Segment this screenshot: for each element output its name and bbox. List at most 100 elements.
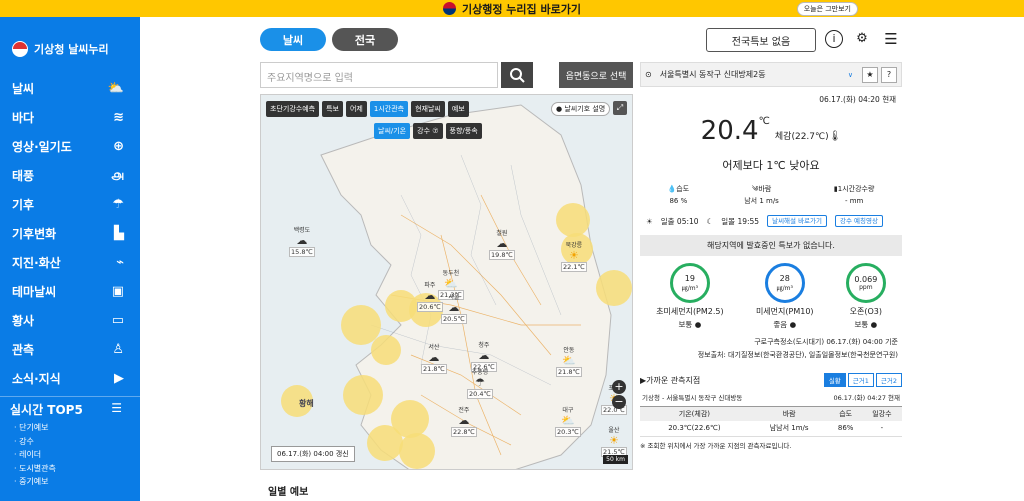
zoom-in-button[interactable]: + [612,380,626,394]
map-scale: 50 km [603,455,628,464]
hide-today-button[interactable]: 오늘은 그만보기 [796,2,858,16]
city-marker[interactable]: 추풍령 ☂ 20.4℃ [467,367,493,399]
gear-icon[interactable]: ⚙ [853,30,871,48]
tab-near2[interactable]: 근거2 [875,373,902,387]
location-name: 서울특별시 동작구 신대방제2동 [659,70,766,79]
map-updated-time: 06.17.(화) 04:00 갱신 [271,446,355,462]
map-tab[interactable]: 특보 [322,101,343,117]
top5-item[interactable]: · 중기예보 [10,475,140,489]
tab-near1[interactable]: 근거1 [847,373,874,387]
map-tab[interactable]: 어제 [345,101,367,117]
nearby-title: ▶가까운 관측지점 [640,375,701,385]
menu-item-imagery[interactable]: 영상·일기도 ⊕ [0,132,140,161]
current-temperature: 20.4℃ 체감(22.7℃)🌡 [700,116,842,146]
city-marker[interactable]: 철원 ☁ 19.8℃ [489,228,515,260]
menu-item-observation[interactable]: 관측 ♙ [0,335,140,364]
zoom-controls: + − [612,380,626,409]
bubble [371,335,401,365]
commentary-button[interactable]: 날씨해설 바로가기 [767,215,827,227]
logo[interactable]: 기상청 날씨누리 [0,17,140,65]
briefcase-icon: ▣ [111,284,124,299]
menu-item-earthquake[interactable]: 지진·화산 ⌁ [0,248,140,277]
help-button[interactable]: ? [881,66,897,83]
expand-icon[interactable]: ⤢ [613,101,627,115]
sun-icon: ☀ [568,249,579,262]
menu-item-news[interactable]: 소식·지식 ▶ [0,364,140,393]
map-tabs: 초단기강수예측 특보 어제 1시간관측 현재날씨 예보 [266,101,469,117]
city-marker[interactable]: 백령도 ☁ 15.8℃ [289,225,315,257]
bubble [596,270,632,306]
kma-logo-icon [12,41,28,57]
legend-button[interactable]: ● 날씨기호 설명 [551,102,611,116]
air-quality: 19 ㎍/m³ 초미세먼지(PM2.5) 보통 ● 28 ㎍/m³ 미세먼지(PM1… [640,263,902,330]
typhoon-icon: ௮ [111,167,124,183]
nationwide-warning-button[interactable]: 전국특보 없음 [706,28,816,52]
city-marker[interactable]: 안동 ⛅ 21.8℃ [556,345,582,377]
menu-item-dust[interactable]: 황사 ▭ [0,306,140,335]
nearby-table: 기온(체감) 바람 습도 일강수 20.3℃(22.6℃) 남남서 1m/s 86% - [640,406,902,437]
sun-icon: ☀ [608,434,619,447]
map-tab-selected[interactable]: 1시간관측 [369,101,409,117]
weather-map[interactable]: 초단기강수예측 특보 어제 1시간관측 현재날씨 예보 날씨/기온 강수 ⑦ 풍… [260,94,633,470]
search-button[interactable] [501,62,533,88]
city-marker[interactable]: 서울 ☁ 20.5℃ [441,292,467,324]
info-icon[interactable]: i [825,30,843,48]
map-subtabs: 날씨/기온 강수 ⑦ 풍향/풍속 [374,123,482,139]
warning-notice: 해당지역에 발효중인 특보가 없습니다. [640,235,902,256]
top5-item[interactable]: · 단기예보 [10,421,140,435]
taegeuk-icon [443,2,456,15]
tab-live[interactable]: 실황 [823,373,846,387]
city-marker[interactable]: 파주 ☁ 20.6℃ [417,280,443,312]
city-marker[interactable]: 전주 ☁ 22.8℃ [451,405,477,437]
map-subtab[interactable]: 풍향/풍속 [445,123,482,139]
cloud-icon: ☁ [296,234,308,247]
favorite-star-button[interactable]: ★ [862,66,878,83]
bubble [556,203,590,237]
top5-item[interactable]: · 강수 [10,435,140,449]
map-tab[interactable]: 현재날씨 [411,101,445,117]
city-marker[interactable]: 북강릉 ☀ 22.1℃ [561,240,587,272]
city-marker[interactable]: 울산 ☀ 21.5℃ [601,425,627,457]
sea-label: 황해 [299,399,314,408]
cloud-icon: ☁ [448,301,460,314]
top5-item[interactable]: · 도시별관측 [10,462,140,476]
air-item: 28 ㎍/m³ 미세먼지(PM10) 좋음 ● [756,263,814,330]
city-marker[interactable]: 대구 ⛅ 20.3℃ [555,405,581,437]
menu-icon[interactable]: ☰ [882,30,900,48]
cloud-icon: ☁ [458,414,470,427]
top-banner[interactable]: 기상행정 누리집 바로가기 오늘은 그만보기 [0,0,1024,17]
map-tab[interactable]: 초단기강수예측 [266,101,320,117]
menu-item-climate-change[interactable]: 기후변화 ▙ [0,219,140,248]
bubble [343,375,383,415]
tab-weather[interactable]: 날씨 [260,28,326,51]
menu-item-typhoon[interactable]: 태풍 ௮ [0,161,140,190]
rain-video-button[interactable]: 강수 예칭영상 [835,215,883,227]
search-input[interactable]: 주요지역명으로 입력 [260,62,498,88]
map-subtab[interactable]: 날씨/기온 [374,123,411,139]
zoom-out-button[interactable]: − [612,395,626,409]
climate-icon: ☂ [112,197,124,212]
map-subtab[interactable]: 강수 ⑦ [413,123,443,139]
location-bar[interactable]: ⊙ 서울특별시 동작구 신대방제2동 ∨ ★ ? [640,62,902,87]
air-source: 구로구측정소(도시대기) 06.17.(화) 04:00 기준 정보출처: 대기… [697,338,898,359]
wave-icon: ≋ [113,110,124,125]
city-marker[interactable]: 서산 ☁ 21.8℃ [421,342,447,374]
tab-nationwide[interactable]: 전국 [332,28,398,51]
sunrise-icon: ☀ [646,216,653,226]
gov-link[interactable]: 기상행정 누리집 바로가기 [443,1,581,17]
view-tabs: 날씨 전국 [260,28,398,51]
menu-item-climate[interactable]: 기후 ☂ [0,190,140,219]
air-item: 0.069 ppm 오존(O3) 보통 ● [845,263,886,330]
list-icon[interactable]: ☰ [111,401,122,418]
menu-item-weather[interactable]: 날씨 ⛅ [0,74,140,103]
earthquake-icon: ⌁ [116,255,124,270]
yesterday-compare: 어제보다 1℃ 낮아요 [722,159,820,172]
top5-item[interactable]: · 레이더 [10,448,140,462]
region-select-button[interactable]: 읍면동으로 선택 [559,62,633,88]
map-tab[interactable]: 예보 [447,101,469,117]
cloud-icon: ☁ [496,237,508,250]
menu-item-theme[interactable]: 테마날씨 ▣ [0,277,140,306]
air-item: 19 ㎍/m³ 초미세먼지(PM2.5) 보통 ● [656,263,724,330]
chevron-down-icon[interactable]: ∨ [848,71,853,79]
menu-item-sea[interactable]: 바다 ≋ [0,103,140,132]
